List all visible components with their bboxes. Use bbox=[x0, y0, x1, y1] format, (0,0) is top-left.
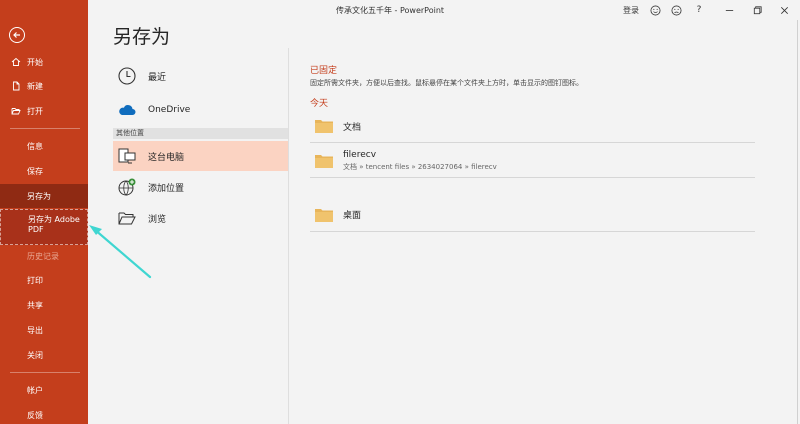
sidebar-item-label: 打开 bbox=[27, 106, 43, 116]
column-divider bbox=[288, 48, 289, 424]
onedrive-cloud-icon bbox=[119, 105, 136, 115]
folder-icon bbox=[315, 120, 333, 133]
sidebar-item-label: 新建 bbox=[27, 81, 43, 91]
location-onedrive[interactable]: OneDrive bbox=[113, 95, 288, 125]
sidebar-item-save-as-adobe-pdf[interactable]: 另存为 Adobe PDF bbox=[0, 209, 88, 245]
window-title: 传承文化五千年 - PowerPoint bbox=[336, 6, 445, 15]
help-icon[interactable]: ? bbox=[693, 4, 705, 16]
back-arrow-icon bbox=[13, 32, 20, 38]
sidebar-item-export[interactable]: 导出 bbox=[0, 318, 88, 342]
backstage-sidebar: 开始 新建 打开 信息 保存 另存为 另存为 Adobe PDF 历史记录 打印… bbox=[0, 0, 88, 424]
location-label: 添加位置 bbox=[148, 183, 185, 194]
pinned-description: 固定所需文件夹，方便以后查找。鼠标悬停在某个文件夹上方时，单击显示的图钉图标。 bbox=[310, 79, 583, 87]
home-icon bbox=[11, 57, 21, 66]
sidebar-item-label: 历史记录 bbox=[27, 251, 59, 261]
sidebar-item-new[interactable]: 新建 bbox=[0, 74, 88, 98]
sidebar-item-label: 另存为 Adobe PDF bbox=[28, 215, 80, 234]
sidebar-item-history: 历史记录 bbox=[0, 244, 88, 268]
folder-name: 桌面 bbox=[343, 211, 362, 221]
folder-row-filerecv[interactable]: filerecv 文档 » tencent files » 2634027064… bbox=[310, 143, 755, 178]
page-title: 另存为 bbox=[113, 26, 171, 48]
folder-path: 文档 » tencent files » 2634027064 » filere… bbox=[343, 163, 497, 171]
sidebar-item-label: 反馈 bbox=[27, 410, 43, 420]
add-place-globe-icon bbox=[118, 178, 136, 196]
sidebar-item-print[interactable]: 打印 bbox=[0, 268, 88, 292]
sidebar-item-share[interactable]: 共享 bbox=[0, 293, 88, 317]
sidebar-item-close[interactable]: 关闭 bbox=[0, 343, 88, 367]
sidebar-item-save-as[interactable]: 另存为 bbox=[0, 184, 88, 208]
folder-open-icon bbox=[11, 108, 21, 115]
new-file-icon bbox=[13, 81, 20, 91]
sidebar-item-label: 关闭 bbox=[27, 350, 43, 360]
login-link[interactable]: 登录 bbox=[623, 5, 639, 16]
scrollbar-track[interactable] bbox=[797, 20, 798, 424]
sidebar-item-label: 导出 bbox=[27, 325, 43, 335]
sidebar-item-label: 帐户 bbox=[27, 385, 43, 395]
frown-icon[interactable] bbox=[670, 4, 682, 16]
folder-row-desktop[interactable]: 桌面 bbox=[310, 198, 755, 232]
sidebar-item-label: 另存为 bbox=[27, 191, 51, 201]
sidebar-item-label: 打印 bbox=[27, 275, 43, 285]
sidebar-item-account[interactable]: 帐户 bbox=[0, 378, 88, 402]
clock-icon bbox=[118, 67, 136, 85]
back-button[interactable] bbox=[9, 27, 25, 43]
location-recent[interactable]: 最近 bbox=[113, 61, 288, 91]
sidebar-item-label: 开始 bbox=[27, 57, 43, 67]
sidebar-item-info[interactable]: 信息 bbox=[0, 134, 88, 158]
title-bar: 传承文化五千年 - PowerPoint 登录 ? bbox=[88, 0, 800, 20]
pinned-heading: 已固定 bbox=[310, 66, 338, 76]
sidebar-item-label: 共享 bbox=[27, 300, 43, 310]
location-label: 最近 bbox=[148, 72, 167, 83]
sidebar-item-home[interactable]: 开始 bbox=[0, 50, 88, 74]
folder-name: filerecv bbox=[343, 150, 377, 160]
other-locations-label: 其他位置 bbox=[113, 128, 288, 139]
restore-icon[interactable] bbox=[751, 4, 763, 16]
location-add-place[interactable]: 添加位置 bbox=[113, 172, 288, 202]
close-icon[interactable] bbox=[778, 4, 790, 16]
location-this-pc[interactable]: 这台电脑 bbox=[113, 141, 288, 171]
sidebar-divider bbox=[10, 372, 80, 373]
computer-icon bbox=[118, 148, 136, 164]
today-heading: 今天 bbox=[310, 99, 329, 109]
sidebar-item-label: 保存 bbox=[27, 166, 43, 176]
folder-name: 文档 bbox=[343, 123, 362, 133]
annotation-arrow-icon bbox=[89, 225, 152, 279]
smiley-icon[interactable] bbox=[649, 4, 661, 16]
minimize-icon[interactable] bbox=[723, 4, 735, 16]
sidebar-item-open[interactable]: 打开 bbox=[0, 99, 88, 123]
folder-icon bbox=[315, 209, 333, 222]
sidebar-item-save[interactable]: 保存 bbox=[0, 159, 88, 183]
folder-row-documents[interactable]: 文档 bbox=[310, 110, 755, 143]
sidebar-item-label: 信息 bbox=[27, 141, 43, 151]
location-label: OneDrive bbox=[148, 105, 191, 115]
sidebar-item-feedback[interactable]: 反馈 bbox=[0, 403, 88, 424]
location-label: 这台电脑 bbox=[148, 152, 185, 163]
folder-icon bbox=[315, 155, 333, 168]
sidebar-divider bbox=[10, 128, 80, 129]
